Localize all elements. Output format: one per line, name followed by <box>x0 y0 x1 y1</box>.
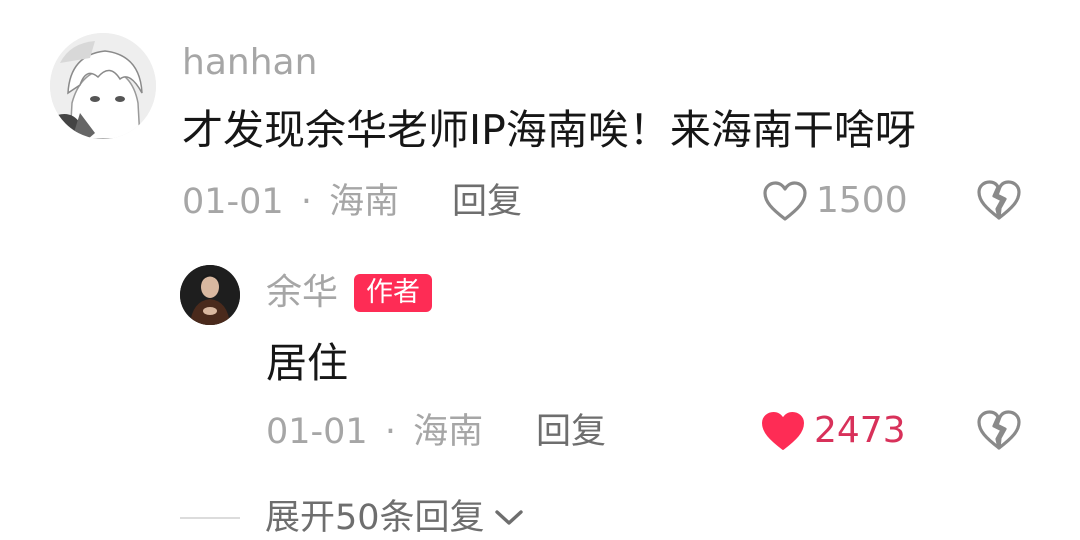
commenter-username[interactable]: hanhan <box>182 43 317 83</box>
reply-text: 居住 <box>266 339 348 387</box>
expand-replies-button[interactable]: 展开50条回复 <box>180 498 525 538</box>
like-button[interactable]: 1500 <box>762 180 908 222</box>
dislike-button[interactable] <box>976 408 1022 452</box>
anime-avatar-icon <box>50 33 156 139</box>
like-button[interactable]: 2473 <box>760 410 906 452</box>
like-count: 1500 <box>816 180 908 221</box>
comment-text: 才发现余华老师IP海南唉！来海南干啥呀 <box>182 106 916 154</box>
reply-button[interactable]: 回复 <box>452 182 522 222</box>
divider-line <box>180 517 240 519</box>
reply-meta: 01-01 · 海南 <box>266 412 483 452</box>
heart-filled-icon <box>762 412 804 450</box>
meta-separator: · <box>384 412 396 452</box>
author-badge: 作者 <box>354 274 432 312</box>
reply-date: 01-01 <box>266 412 368 452</box>
author-username[interactable]: 余华 <box>266 273 338 313</box>
dislike-button[interactable] <box>976 178 1022 222</box>
comment-thread: hanhan 才发现余华老师IP海南唉！来海南干啥呀 01-01 · 海南 回复… <box>0 0 1080 540</box>
comment-location: 海南 <box>329 182 400 222</box>
reply-button[interactable]: 回复 <box>536 412 606 452</box>
like-count: 2473 <box>814 410 906 451</box>
chevron-down-icon <box>494 510 523 525</box>
broken-heart-icon <box>977 180 1021 220</box>
reply-location: 海南 <box>413 412 484 452</box>
comment-meta: 01-01 · 海南 <box>182 182 399 222</box>
person-avatar-icon <box>180 265 240 325</box>
commenter-avatar[interactable] <box>50 33 156 139</box>
author-avatar[interactable] <box>180 265 240 325</box>
broken-heart-icon <box>977 410 1021 450</box>
comment-date: 01-01 <box>182 182 284 222</box>
meta-separator: · <box>300 182 312 222</box>
expand-replies-label: 展开50条回复 <box>265 498 485 538</box>
heart-outline-icon <box>763 181 807 221</box>
